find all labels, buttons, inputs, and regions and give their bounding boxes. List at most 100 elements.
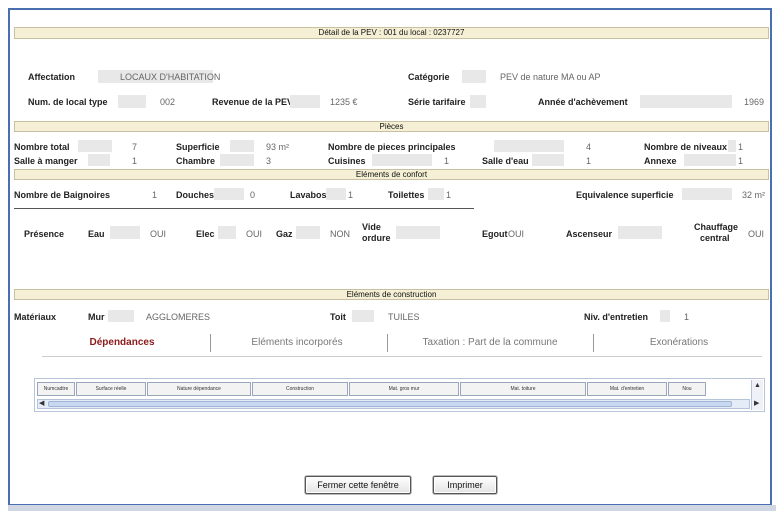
pieces-principales-value: 4 [586,142,592,152]
horizontal-scrollbar[interactable]: ◀ [37,399,750,409]
superficie-value: 93 m² [266,142,290,152]
salle-a-manger-cell [88,154,110,166]
annee-achevement-cell [640,95,732,108]
entretien-cell [660,310,670,322]
tab-elements-incorpores[interactable]: Eléments incorporés [212,332,382,354]
eau-cell [110,226,140,239]
lavabos-value: 1 [348,190,354,200]
chambre-cell [220,154,254,166]
mur-value: AGGLOMERES [146,312,211,322]
column-header[interactable]: Nature dépendance [147,382,251,396]
affectation-label: Affectation [28,72,75,82]
column-header[interactable]: Surface réelle [76,382,146,396]
annee-achevement-label: Année d'achèvement [538,97,628,107]
tab-exonerations[interactable]: Exonérations [596,332,762,354]
print-button[interactable]: Imprimer [433,476,497,494]
salle-eau-cell [532,154,564,166]
tab-separator [210,334,211,352]
table-header: Numcadtre Surface réelle Nature dépendan… [37,382,750,396]
toilettes-cell [428,188,444,200]
vide-ordure-label-2: ordure [362,233,391,243]
entretien-label: Niv. d'entretien [584,312,648,322]
column-header[interactable]: Mat. toiture [460,382,586,396]
ascenseur-cell [618,226,662,239]
salle-eau-label: Salle d'eau [482,156,529,166]
affectation-value: LOCAUX D'HABITATION [120,72,221,82]
superficie-label: Superficie [176,142,220,152]
categorie-label: Catégorie [408,72,450,82]
egout-value: OUI [508,229,525,239]
niveaux-cell [728,140,736,152]
serie-tarifaire-label: Série tarifaire [408,97,466,107]
window-shadow [8,505,776,511]
chambre-label: Chambre [176,156,216,166]
ascenseur-label: Ascenseur [566,229,613,239]
nombre-total-cell [78,140,112,152]
presence-label: Présence [24,229,65,239]
toit-cell [352,310,374,322]
revenu-value: 1235 € [330,97,358,107]
vide-ordure-label-1: Vide [362,222,381,232]
cuisines-value: 1 [444,156,450,166]
douches-value: 0 [250,190,256,200]
num-local-type-value: 002 [160,97,176,107]
section-pieces: Pièces [14,121,769,132]
tab-separator [593,334,594,352]
section-construction: Eléments de construction [14,289,769,300]
close-window-button[interactable]: Fermer cette fenêtre [305,476,411,494]
tab-separator [387,334,388,352]
column-header[interactable]: Numcadtre [37,382,75,396]
chauffage-label-1: Chauffage [694,222,739,232]
vertical-scrollbar[interactable]: ▲ ▶ [751,380,763,410]
niveaux-label: Nombre de niveaux [644,142,728,152]
annee-achevement-value: 1969 [744,97,765,107]
tab-taxation-commune[interactable]: Taxation : Part de la commune [390,332,590,354]
salle-eau-value: 1 [586,156,592,166]
num-local-type-cell [118,95,146,108]
detail-tabs: Dépendances Eléments incorporés Taxation… [42,332,762,356]
revenu-label: Revenue de la PEV [212,97,294,107]
scroll-up-icon[interactable]: ▲ [754,382,761,390]
tab-underline [42,356,762,357]
toilettes-label: Toilettes [388,190,425,200]
nombre-total-value: 7 [132,142,138,152]
toit-value: TUILES [388,312,420,322]
column-header[interactable]: Nou [668,382,706,396]
scroll-right-icon[interactable]: ▶ [754,400,759,408]
equivalence-value: 32 m² [742,190,766,200]
column-header[interactable]: Mat. gros mur [349,382,459,396]
scroll-left-icon[interactable]: ◀ [39,400,44,408]
gaz-label: Gaz [276,229,293,239]
equivalence-label: Equivalence superficie [576,190,674,200]
eau-label: Eau [88,229,105,239]
categorie-value: PEV de nature MA ou AP [500,72,601,82]
gaz-value: NON [330,229,350,239]
baignoires-value: 1 [152,190,158,200]
annexe-value: 1 [738,156,744,166]
elec-value: OUI [246,229,263,239]
douches-cell [214,188,244,200]
toit-label: Toit [330,312,346,322]
lavabos-cell [326,188,346,200]
mur-label: Mur [88,312,105,322]
lavabos-label: Lavabos [290,190,327,200]
column-header[interactable]: Mat. d'entretien [587,382,667,396]
categorie-cell [462,70,486,83]
gaz-cell [296,226,320,239]
tab-dependances[interactable]: Dépendances [42,332,202,354]
chauffage-value: OUI [748,229,765,239]
annexe-label: Annexe [644,156,677,166]
superficie-cell [230,140,254,152]
niveaux-value: 1 [738,142,744,152]
column-header[interactable]: Construction [252,382,348,396]
salle-a-manger-label: Salle à manger [14,156,78,166]
toilettes-value: 1 [446,190,452,200]
dependances-table: Numcadtre Surface réelle Nature dépendan… [34,378,765,412]
serie-tarifaire-cell [470,95,486,108]
baignoires-label: Nombre de Baignoires [14,190,111,200]
horizontal-scroll-thumb[interactable] [48,401,732,407]
page-title: Détail de la PEV : 001 du local : 023772… [14,27,769,39]
elec-cell [218,226,236,239]
annexe-cell [684,154,736,166]
pieces-principales-cell [494,140,564,152]
